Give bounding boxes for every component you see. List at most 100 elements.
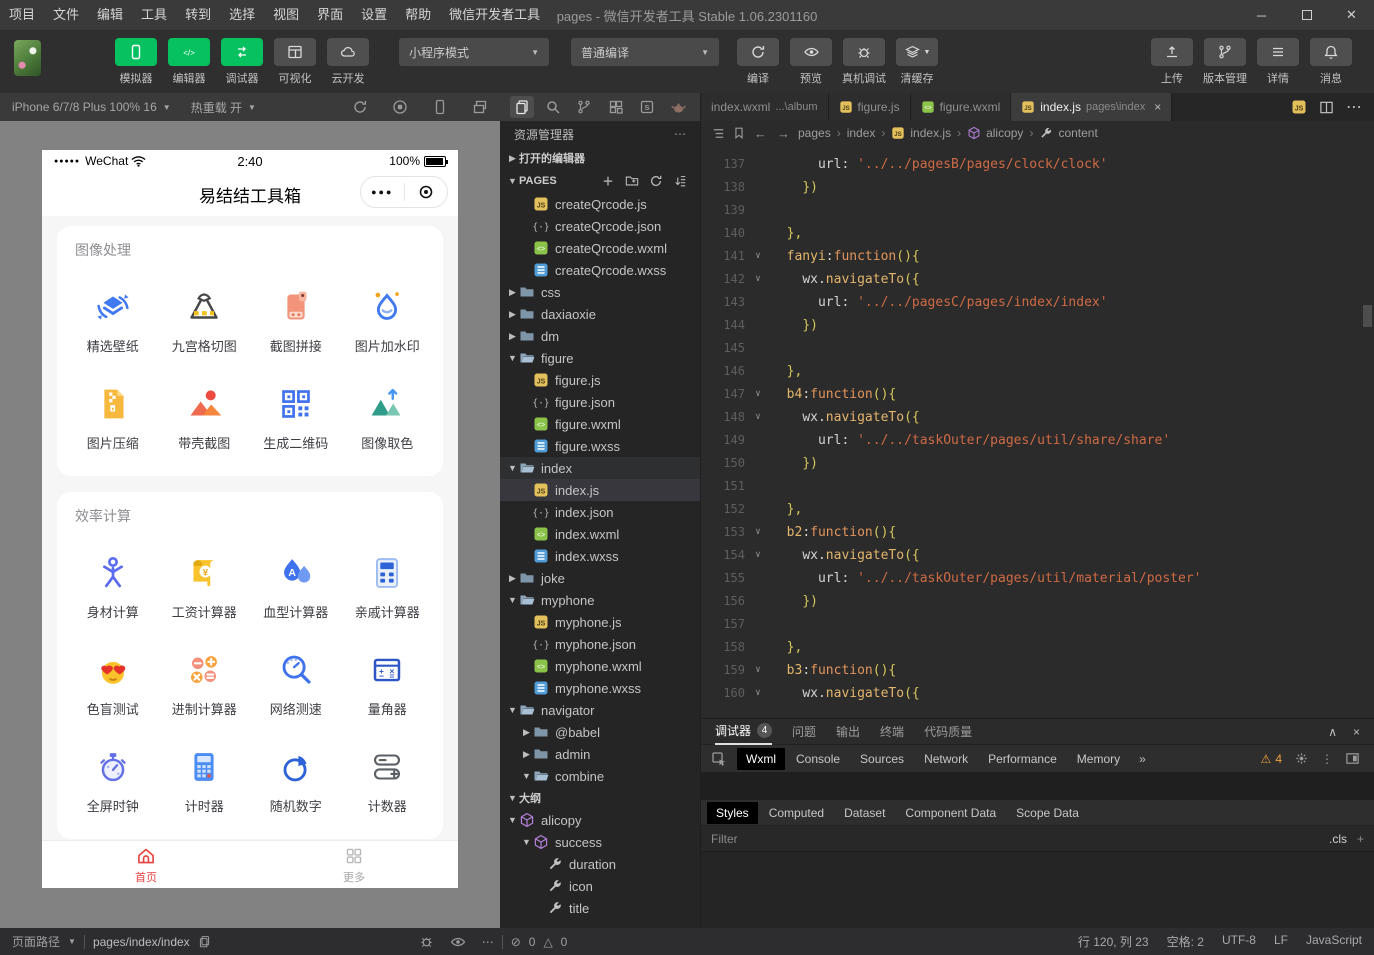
tree-item-combine[interactable]: ▼combine	[500, 765, 700, 787]
tree-item-success[interactable]: ▼success	[500, 831, 700, 853]
collapse-panel-icon[interactable]: ∧	[1328, 725, 1337, 739]
fold-chevron-icon[interactable]: ∨	[745, 268, 771, 291]
fold-chevron-icon[interactable]: ∨	[745, 682, 771, 705]
problems-summary[interactable]: ⊘0 △0	[511, 935, 568, 949]
collapse-all-icon[interactable]	[672, 173, 688, 189]
menu-item-6[interactable]: 视图	[264, 0, 308, 30]
tree-item-title[interactable]: title	[500, 897, 700, 919]
上传-button[interactable]: 上传	[1149, 38, 1195, 86]
bug-icon[interactable]	[419, 934, 434, 949]
fold-chevron-icon[interactable]: ∨	[745, 383, 771, 406]
tree-item-myphone[interactable]: ▼myphone	[500, 589, 700, 611]
云开发-button[interactable]: 云开发	[325, 38, 371, 86]
可视化-button[interactable]: 可视化	[272, 38, 318, 86]
tree-item-index.js[interactable]: JSindex.js	[500, 479, 700, 501]
stop-icon[interactable]	[392, 99, 408, 115]
status-item[interactable]: JavaScript	[1306, 933, 1362, 950]
tree-item-index[interactable]: ▼index	[500, 457, 700, 479]
tabbar-item-more[interactable]: 更多	[250, 841, 458, 888]
debugger-tab-代码质量[interactable]: 代码质量	[924, 719, 972, 745]
app-item-salary[interactable]: ¥工资计算器	[159, 550, 251, 621]
cls-toggle[interactable]: .cls	[1329, 832, 1347, 846]
git-branch-icon[interactable]	[572, 96, 596, 118]
tabbar-item-home[interactable]: 首页	[42, 841, 250, 888]
devtools-tab-Wxml[interactable]: Wxml	[737, 748, 785, 770]
more-actions-icon[interactable]: ⋯	[482, 935, 494, 949]
tree-item-index.wxss[interactable]: index.wxss	[500, 545, 700, 567]
pages-section-header[interactable]: ▼ PAGES ＋	[500, 169, 700, 193]
menu-item-8[interactable]: 设置	[352, 0, 396, 30]
extensions-icon[interactable]	[604, 96, 628, 118]
menu-item-9[interactable]: 帮助	[396, 0, 440, 30]
app-item-relative[interactable]: 亲戚计算器	[342, 550, 434, 621]
menu-item-7[interactable]: 界面	[308, 0, 352, 30]
device-select[interactable]: iPhone 6/7/8 Plus 100% 16	[12, 100, 157, 114]
tree-item-alicopy[interactable]: ▼alicopy	[500, 809, 700, 831]
menu-item-10[interactable]: 微信开发者工具	[440, 0, 549, 30]
compile-select[interactable]: 普通编译 ▼	[571, 38, 719, 66]
调试器-button[interactable]: 调试器	[219, 38, 265, 86]
dock-side-icon[interactable]	[1345, 751, 1360, 766]
menu-item-2[interactable]: 编辑	[88, 0, 132, 30]
bookmark-icon[interactable]	[732, 126, 746, 140]
inspect-element-icon[interactable]	[709, 751, 735, 767]
js-file-icon[interactable]: JS	[1291, 99, 1307, 115]
app-item-stitch[interactable]: 截图拼接	[250, 284, 342, 355]
status-item[interactable]: LF	[1274, 933, 1288, 950]
编译-button[interactable]: 编译	[735, 38, 781, 86]
tree-item-myphone.wxss[interactable]: myphone.wxss	[500, 677, 700, 699]
app-item-shell[interactable]: 带壳截图	[159, 381, 251, 452]
editor-tab-index.wxml[interactable]: index.wxml...\album	[701, 93, 829, 121]
breadcrumb-item-index[interactable]: index	[847, 126, 876, 140]
forward-icon[interactable]: →	[775, 126, 792, 141]
tree-item-createQrcode.wxss[interactable]: createQrcode.wxss	[500, 259, 700, 281]
kebab-menu-icon[interactable]: ⋮	[1321, 752, 1333, 766]
tab-overflow-icon[interactable]: »	[1131, 752, 1154, 766]
tree-item-daxiaoxie[interactable]: ▶daxiaoxie	[500, 303, 700, 325]
devtools-tab-Network[interactable]: Network	[915, 748, 977, 770]
app-item-body[interactable]: 身材计算	[67, 550, 159, 621]
styles-tab-Scope Data[interactable]: Scope Data	[1007, 802, 1088, 824]
outline-section-header[interactable]: ▼ 大纲	[500, 787, 700, 809]
app-item-zip[interactable]: 图片压缩	[67, 381, 159, 452]
close-icon[interactable]: ×	[1154, 100, 1161, 114]
search-icon[interactable]	[541, 96, 565, 118]
close-button[interactable]: ✕	[1329, 0, 1374, 30]
tree-item-figure.json[interactable]: {·}figure.json	[500, 391, 700, 413]
tree-item-index.json[interactable]: {·}index.json	[500, 501, 700, 523]
new-folder-icon[interactable]	[624, 173, 640, 189]
editor-tab-figure.js[interactable]: JSfigure.js	[829, 93, 911, 121]
more-actions-icon[interactable]: ⋯	[1346, 97, 1362, 117]
new-file-icon[interactable]: ＋	[600, 173, 616, 189]
teapot-icon[interactable]	[666, 96, 690, 118]
tree-item-joke[interactable]: ▶joke	[500, 567, 700, 589]
phone-icon[interactable]	[432, 99, 448, 115]
eye-icon[interactable]	[450, 934, 466, 950]
outline-icon[interactable]	[711, 126, 726, 141]
close-panel-icon[interactable]: ×	[1353, 725, 1360, 739]
tree-item-figure.wxss[interactable]: figure.wxss	[500, 435, 700, 457]
debugger-tab-调试器[interactable]: 调试器4	[715, 719, 772, 745]
模拟器-button[interactable]: 模拟器	[113, 38, 159, 86]
devtools-tab-Sources[interactable]: Sources	[851, 748, 913, 770]
code-editor[interactable]: 137 url: '../../pagesB/pages/clock/clock…	[701, 145, 1374, 718]
tree-item-figure[interactable]: ▼figure	[500, 347, 700, 369]
status-item[interactable]: UTF-8	[1222, 933, 1256, 950]
styles-tab-Dataset[interactable]: Dataset	[835, 802, 894, 824]
app-item-qrcode[interactable]: 生成二维码	[250, 381, 342, 452]
close-minimize-button[interactable]	[405, 184, 448, 200]
add-style-icon[interactable]: +	[1357, 832, 1364, 846]
debugger-tab-输出[interactable]: 输出	[836, 719, 860, 745]
editor-tab-figure.wxml[interactable]: <>figure.wxml	[911, 93, 1012, 121]
fold-chevron-icon[interactable]: ∨	[745, 406, 771, 429]
minimize-button[interactable]: ─	[1239, 0, 1284, 30]
menu-item-3[interactable]: 工具	[132, 0, 176, 30]
files-icon[interactable]	[510, 96, 534, 118]
消息-button[interactable]: 消息	[1308, 38, 1354, 86]
fold-chevron-icon[interactable]: ∨	[745, 544, 771, 567]
maximize-button[interactable]	[1284, 0, 1329, 30]
debugger-tab-终端[interactable]: 终端	[880, 719, 904, 745]
tree-item-index.wxml[interactable]: <>index.wxml	[500, 523, 700, 545]
tree-item-admin[interactable]: ▶admin	[500, 743, 700, 765]
app-item-counter[interactable]: 计数器	[342, 744, 434, 815]
